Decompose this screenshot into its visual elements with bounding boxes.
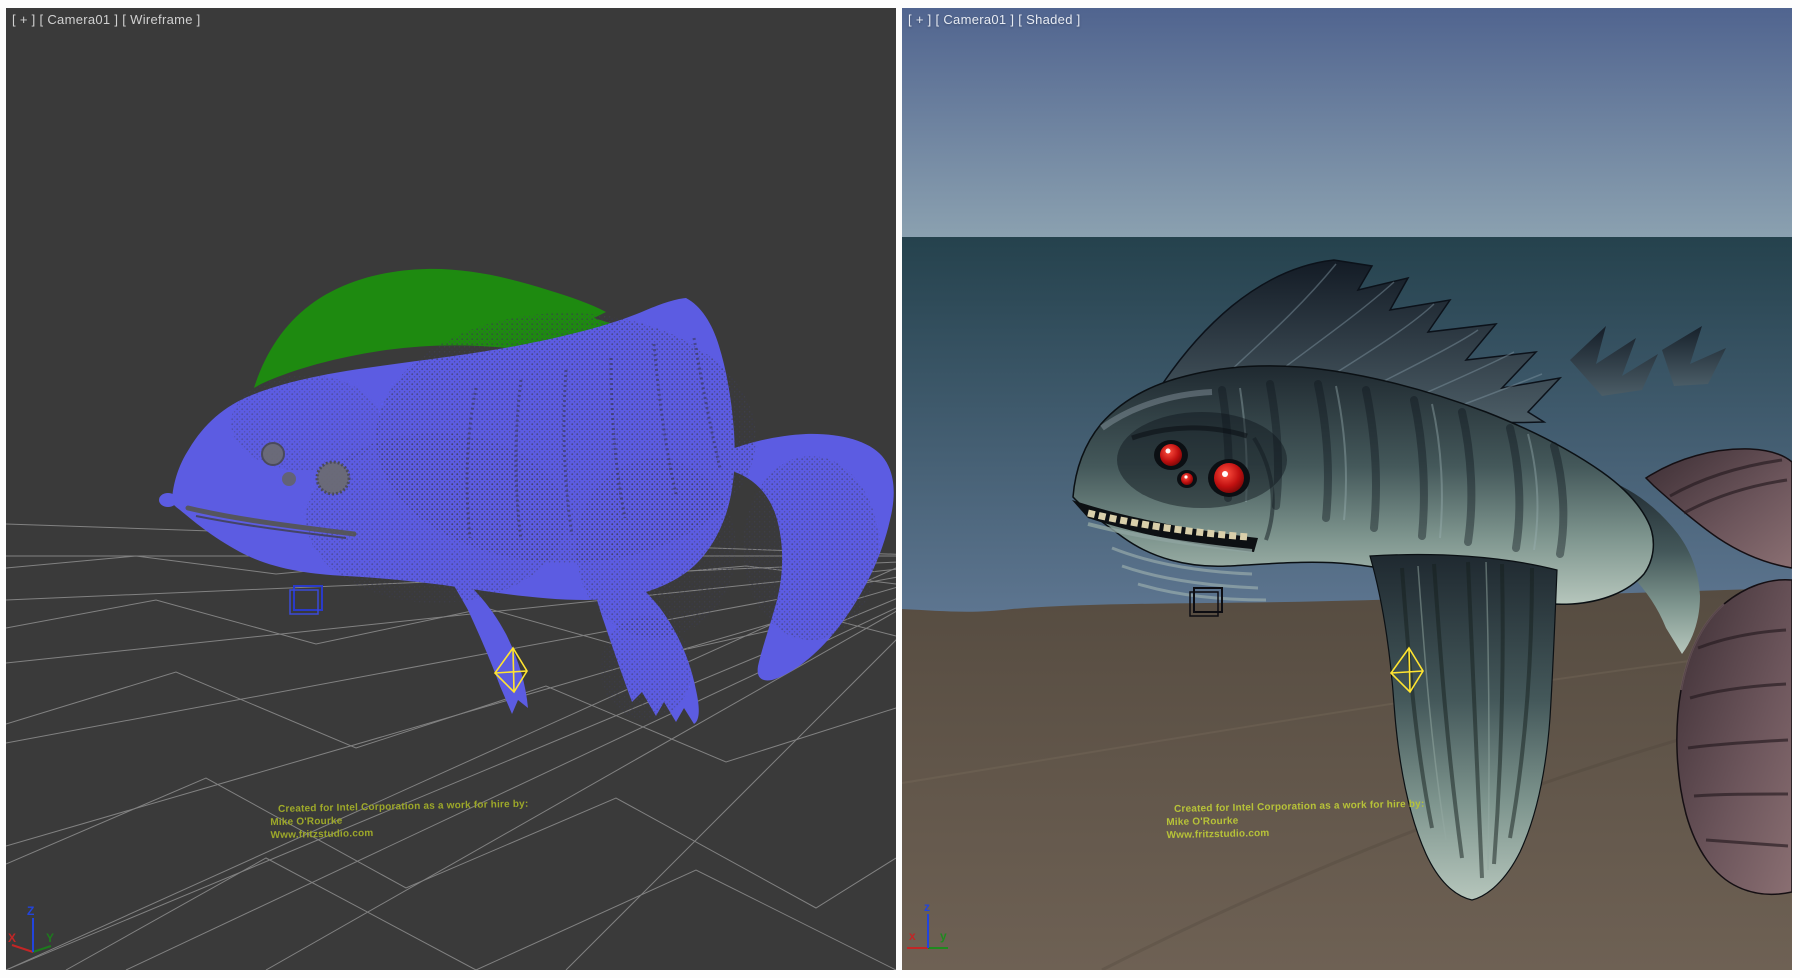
- viewport-menu-shading[interactable]: [ Shaded ]: [1018, 12, 1080, 28]
- sky-backdrop: [902, 8, 1792, 238]
- box-helper[interactable]: [290, 586, 322, 614]
- credit-line-2: Mike O'Rourke: [270, 816, 343, 829]
- credit-line-1: Created for Intel Corporation as a work …: [278, 799, 529, 815]
- sand-ground: [902, 588, 1792, 970]
- credit-line-2: Mike O'Rourke: [1166, 816, 1239, 829]
- viewport-shaded[interactable]: Created for Intel Corporation as a work …: [902, 8, 1792, 970]
- shaded-scene: Created for Intel Corporation as a work …: [902, 8, 1792, 970]
- viewport-label-wireframe: [ + ][ Camera01 ][ Wireframe ]: [12, 12, 201, 28]
- viewport-menu-general[interactable]: [ + ]: [908, 12, 932, 28]
- eye-small-upper: [262, 443, 284, 465]
- viewport-menu-pov[interactable]: [ Camera01 ]: [936, 12, 1015, 28]
- axis-z-label: z: [924, 900, 930, 914]
- eye-tiny: [282, 472, 296, 486]
- wireframe-scene: Created for Intel Corporation as a work …: [6, 8, 896, 970]
- credit-line-3: Www.fritzstudio.com: [1166, 828, 1269, 841]
- eye-tiny: [1181, 473, 1193, 485]
- fish-model-wireframe[interactable]: [159, 269, 894, 724]
- viewport-menu-general[interactable]: [ + ]: [12, 12, 36, 28]
- eye-upper: [1160, 444, 1182, 466]
- eye-large: [317, 462, 349, 494]
- axis-x-label: x: [909, 929, 916, 943]
- axis-y-label: y: [940, 929, 947, 943]
- axis-z-label: Z: [27, 904, 34, 918]
- viewport-menu-shading[interactable]: [ Wireframe ]: [122, 12, 200, 28]
- viewport-label-shaded: [ + ][ Camera01 ][ Shaded ]: [908, 12, 1081, 28]
- axis-x-label: X: [8, 931, 16, 945]
- axis-y-label: Y: [46, 931, 54, 945]
- snout-nub: [159, 493, 177, 507]
- eye-large: [1214, 463, 1244, 493]
- scene-credit-text[interactable]: Created for Intel Corporation as a work …: [270, 799, 529, 841]
- axis-tripod: X Y Z: [8, 904, 54, 952]
- credit-line-3: Www.fritzstudio.com: [270, 828, 373, 841]
- viewport-wireframe[interactable]: Created for Intel Corporation as a work …: [6, 8, 896, 970]
- viewport-menu-pov[interactable]: [ Camera01 ]: [40, 12, 119, 28]
